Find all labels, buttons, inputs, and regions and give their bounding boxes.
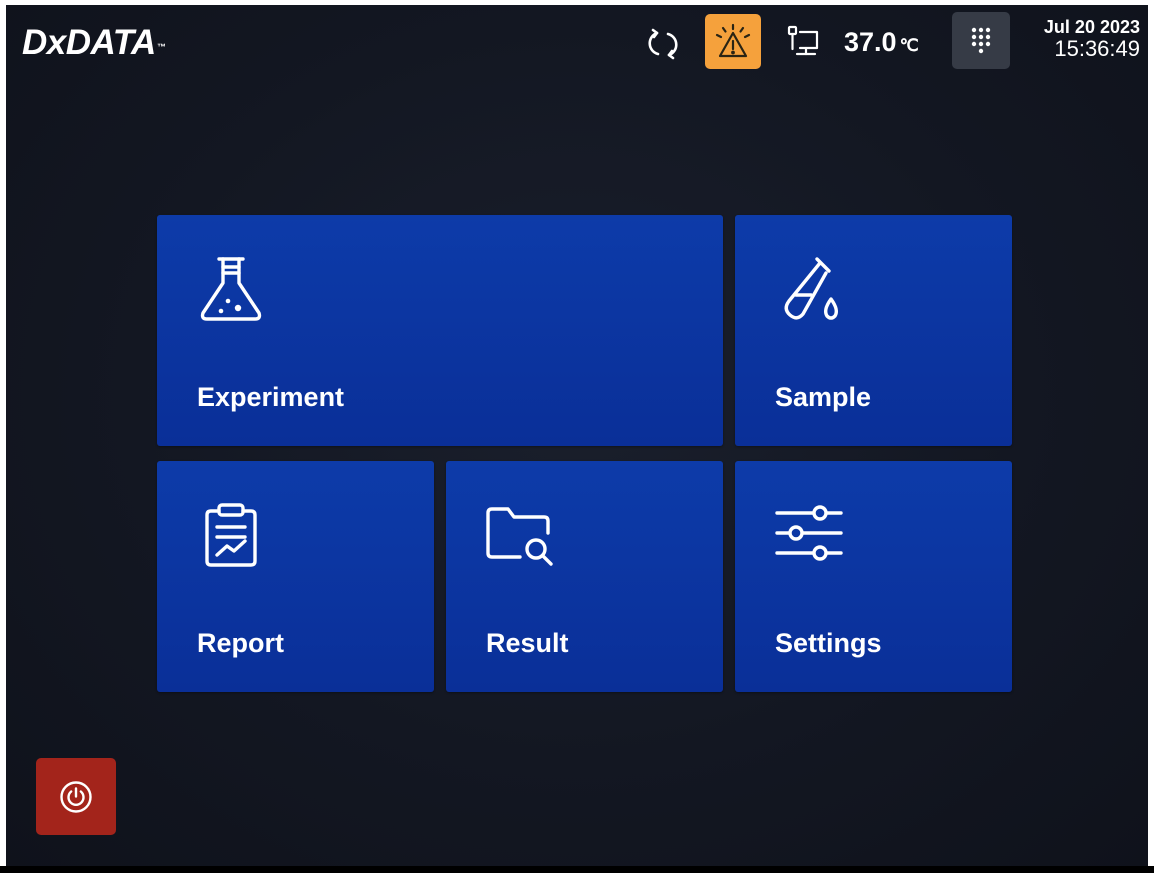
sample-tile[interactable]: Sample [735,215,1012,446]
report-label: Report [197,628,284,658]
test-tube-icon [784,257,839,320]
experiment-label: Experiment [197,382,345,412]
sample-label: Sample [775,382,872,412]
network-icon[interactable] [785,23,821,59]
power-icon [60,780,92,813]
clipboard-chart-icon [205,503,257,567]
temperature-readout: 37.0 ℃ [844,25,919,63]
result-tile[interactable]: Result [446,461,723,692]
bottom-bezel [0,866,1154,873]
logo-text: DxDATA [22,23,156,62]
settings-label: Settings [775,628,882,658]
report-tile[interactable]: Report [157,461,434,692]
alert-button[interactable] [705,14,761,69]
app-logo: DxDATA™ [22,23,166,63]
temperature-unit: ℃ [899,36,919,55]
experiment-tile[interactable]: Experiment [157,215,723,446]
date-text: Jul 20 2023 [1043,17,1140,37]
folder-search-icon [486,507,553,566]
result-label: Result [486,628,569,658]
logo-trademark: ™ [156,42,166,52]
keypad-icon [971,27,991,53]
flask-icon [200,257,262,321]
datetime-display: Jul 20 2023 15:36:49 [1044,16,1140,60]
power-button[interactable] [36,758,116,835]
time-text: 15:36:49 [1054,36,1140,61]
settings-tile[interactable]: Settings [735,461,1012,692]
home-screen: DxDATA™ 37.0 ℃ Jul 20 2023 15:36:49 Expe… [6,5,1148,867]
sliders-icon [775,505,843,561]
warning-icon [715,23,751,57]
temperature-value: 37.0 [844,27,897,57]
sync-icon[interactable] [646,27,680,61]
keypad-button[interactable] [952,12,1010,69]
